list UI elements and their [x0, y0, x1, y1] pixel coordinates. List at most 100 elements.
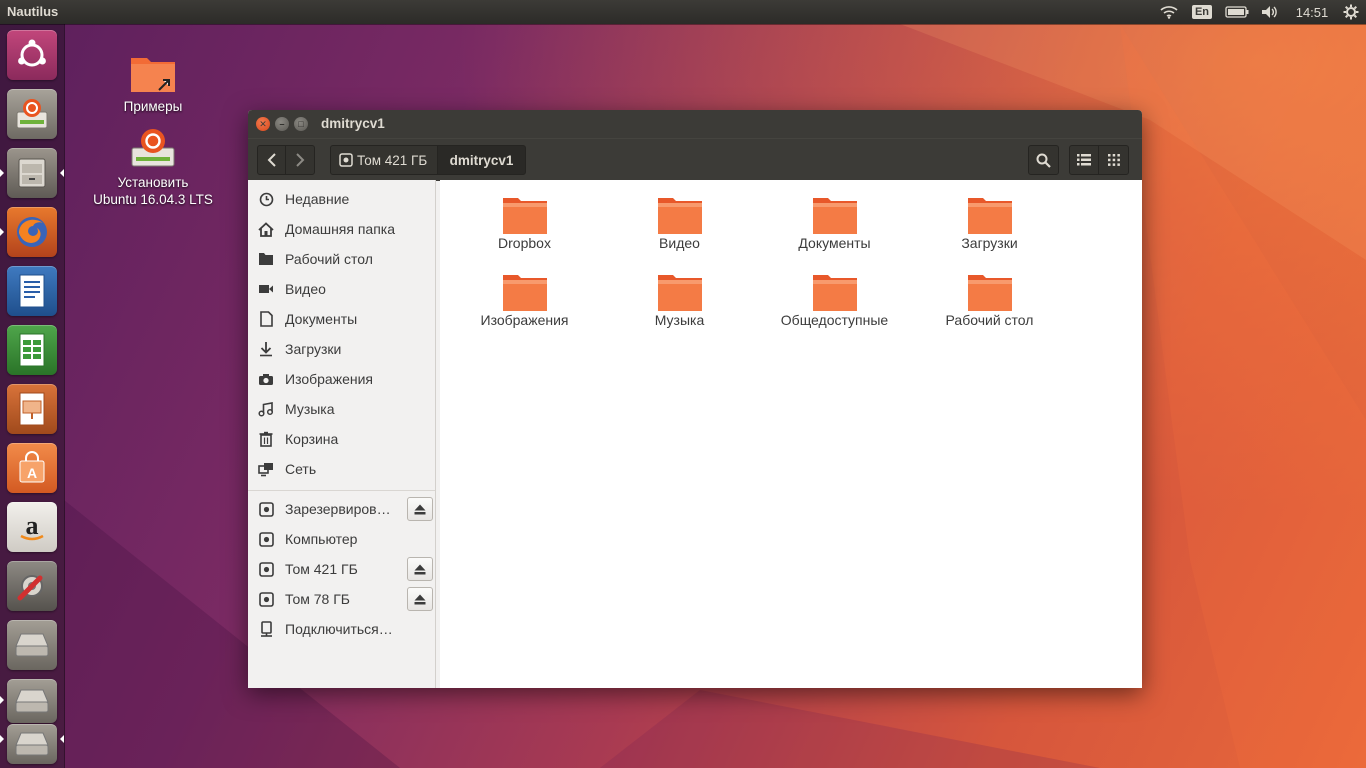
- window-titlebar[interactable]: ✕ – □ dmitrycv1: [248, 110, 1142, 138]
- forward-button[interactable]: [285, 145, 315, 175]
- sidebar-item-recent[interactable]: Недавние: [248, 184, 435, 214]
- folder-item[interactable]: Музыка: [602, 257, 757, 328]
- running-indicator: [0, 228, 4, 236]
- launcher: A a: [0, 24, 65, 768]
- drive-icon: [257, 590, 275, 608]
- software-bag-icon: A: [19, 451, 45, 483]
- folder-icon: [657, 272, 703, 312]
- focused-indicator: [60, 169, 64, 177]
- sidebar-item-videos[interactable]: Видео: [248, 274, 435, 304]
- folder-icon: [812, 272, 858, 312]
- impress-launcher[interactable]: [7, 384, 57, 434]
- keyboard-layout-indicator[interactable]: En: [1190, 0, 1214, 24]
- document-icon: [257, 310, 275, 328]
- top-panel: Nautilus En 14:51: [0, 0, 1366, 24]
- folder-item[interactable]: Изображения: [447, 257, 602, 328]
- drive-icon: [15, 689, 49, 713]
- sidebar-item-desktop[interactable]: Рабочий стол: [248, 244, 435, 274]
- svg-text:A: A: [27, 465, 37, 481]
- sidebar-item-connect-to-server[interactable]: Подключиться…: [248, 614, 435, 644]
- close-button[interactable]: ✕: [256, 117, 270, 131]
- writer-launcher[interactable]: [7, 266, 57, 316]
- writer-icon: [19, 274, 45, 308]
- calc-launcher[interactable]: [7, 325, 57, 375]
- sidebar-item-home[interactable]: Домашняя папка: [248, 214, 435, 244]
- breadcrumb-volume[interactable]: Том 421 ГБ: [330, 145, 438, 175]
- volume-icon[interactable]: [1258, 0, 1282, 24]
- sidebar-item-label: Сеть: [285, 461, 317, 477]
- sidebar-item-label: Том 78 ГБ: [285, 591, 350, 607]
- files-launcher[interactable]: [7, 148, 57, 198]
- app-title: Nautilus: [7, 4, 59, 19]
- sidebar-item-volume-421[interactable]: Том 421 ГБ: [248, 554, 435, 584]
- folder-icon: [812, 195, 858, 235]
- desktop-icon-install-ubuntu[interactable]: Установить Ubuntu 16.04.3 LTS: [83, 126, 223, 208]
- folder-item[interactable]: Общедоступные: [757, 257, 912, 328]
- breadcrumb-label: Том 421 ГБ: [357, 152, 428, 168]
- folder-icon: [502, 272, 548, 312]
- drive-launcher[interactable]: [7, 620, 57, 670]
- sidebar-item-documents[interactable]: Документы: [248, 304, 435, 334]
- drive-launcher[interactable]: [7, 724, 57, 764]
- sidebar-item-pictures[interactable]: Изображения: [248, 364, 435, 394]
- calc-icon: [19, 333, 45, 367]
- home-icon: [257, 220, 275, 238]
- folder-item[interactable]: Видео: [602, 180, 757, 251]
- folder-link-icon: [131, 58, 175, 92]
- session-gear-icon[interactable]: [1340, 0, 1362, 24]
- folder-icon: [967, 272, 1013, 312]
- maximize-button[interactable]: □: [294, 117, 308, 131]
- list-view-button[interactable]: [1069, 145, 1099, 175]
- search-button[interactable]: [1028, 145, 1059, 175]
- sidebar-separator: [248, 490, 435, 491]
- drive-launcher[interactable]: [7, 679, 57, 723]
- folder-item[interactable]: Загрузки: [912, 180, 1067, 251]
- folder-label: Загрузки: [961, 235, 1018, 251]
- folder-item[interactable]: Dropbox: [447, 180, 602, 251]
- back-button[interactable]: [257, 145, 286, 175]
- svg-text:a: a: [26, 511, 39, 540]
- folder-item[interactable]: Документы: [757, 180, 912, 251]
- sidebar-item-downloads[interactable]: Загрузки: [248, 334, 435, 364]
- folder-label: Документы: [798, 235, 871, 251]
- breadcrumb-label: dmitrycv1: [449, 152, 514, 168]
- sidebar-item-computer[interactable]: Компьютер: [248, 524, 435, 554]
- file-cabinet-icon: [18, 158, 46, 188]
- sidebar-item-network[interactable]: Сеть: [248, 454, 435, 484]
- battery-icon[interactable]: [1223, 0, 1251, 24]
- folder-label: Музыка: [654, 312, 705, 328]
- amazon-launcher[interactable]: a: [7, 502, 57, 552]
- sidebar-item-reserved-volume[interactable]: Зарезервиров…: [248, 494, 435, 524]
- nautilus-window: ✕ – □ dmitrycv1 Том 421 ГБ dmitrycv1 Нед…: [248, 110, 1142, 688]
- sidebar-item-volume-78[interactable]: Том 78 ГБ: [248, 584, 435, 614]
- wifi-icon[interactable]: [1158, 0, 1180, 24]
- folder-label: Изображения: [480, 312, 569, 328]
- minimize-button[interactable]: –: [275, 117, 289, 131]
- sidebar-item-music[interactable]: Музыка: [248, 394, 435, 424]
- system-settings-launcher[interactable]: [7, 561, 57, 611]
- desktop-icon-label: Ubuntu 16.04.3 LTS: [93, 192, 213, 207]
- running-indicator: [0, 735, 4, 743]
- sidebar-item-label: Компьютер: [285, 531, 358, 547]
- sidebar-item-label: Музыка: [285, 401, 335, 417]
- drive-icon: [257, 560, 275, 578]
- firefox-launcher[interactable]: [7, 207, 57, 257]
- clock[interactable]: 14:51: [1290, 0, 1334, 24]
- desktop-icon-examples[interactable]: Примеры: [103, 52, 203, 115]
- ubuntu-dash-button[interactable]: [7, 30, 57, 80]
- install-ubuntu-launcher[interactable]: [7, 89, 57, 139]
- sidebar-item-label: Подключиться…: [285, 621, 393, 637]
- file-view[interactable]: Dropbox Видео Документы Загрузки Изображ…: [440, 180, 1142, 688]
- eject-button[interactable]: [407, 557, 433, 581]
- keyboard-layout-label: En: [1191, 5, 1213, 19]
- ubuntu-software-launcher[interactable]: A: [7, 443, 57, 493]
- trash-icon: [257, 430, 275, 448]
- installer-icon: [131, 129, 175, 167]
- folder-item[interactable]: Рабочий стол: [912, 257, 1067, 328]
- focused-indicator: [60, 735, 64, 743]
- grid-view-button[interactable]: [1098, 145, 1129, 175]
- sidebar-item-trash[interactable]: Корзина: [248, 424, 435, 454]
- eject-button[interactable]: [407, 497, 433, 521]
- breadcrumb-current[interactable]: dmitrycv1: [437, 145, 526, 175]
- eject-button[interactable]: [407, 587, 433, 611]
